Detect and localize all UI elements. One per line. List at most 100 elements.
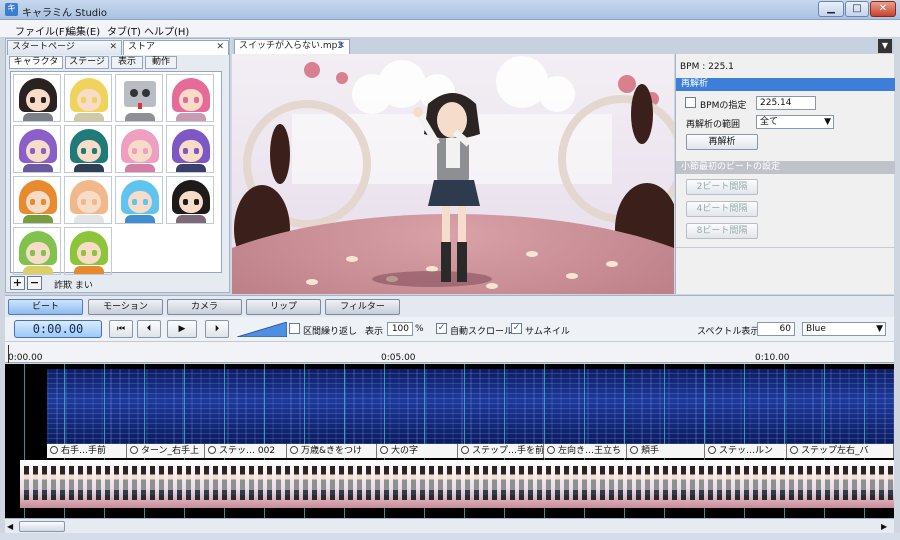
tab-filter[interactable]: フィルター [325,299,400,315]
loop-checkbox[interactable] [289,323,300,334]
maximize-button[interactable]: □ [845,1,869,17]
auto-scroll-checkbox[interactable]: ✓ [436,323,447,334]
character-portrait[interactable] [64,74,112,122]
character-portrait[interactable] [64,125,112,173]
close-icon[interactable]: ✕ [109,41,117,54]
spectrogram-column [569,369,571,445]
tab-document[interactable]: スイッチが入らない.mp3 ✕ [234,39,350,54]
menu-edit[interactable]: 編集(E) [66,23,100,38]
spectrum-input[interactable]: 60 [757,322,795,336]
portrait-outfit [74,113,104,121]
spectrogram-column [443,369,445,445]
character-portrait[interactable] [115,125,163,173]
range-select[interactable]: 全て ▼ [756,115,834,129]
motion-thumbnail [249,466,254,500]
subtab-stage[interactable]: ステージ [65,56,109,69]
3d-viewport[interactable] [232,54,674,294]
motion-clip[interactable]: 大の字 [377,444,458,458]
scroll-thumb[interactable] [19,521,65,532]
tab-lip[interactable]: リップ [246,299,321,315]
chevron-down-icon: ▼ [824,117,831,127]
close-icon[interactable]: ✕ [337,40,345,53]
spectrogram-column [137,369,139,445]
thumbnail-checkbox[interactable]: ✓ [511,323,522,334]
timecode-display: 0:00.00 [14,320,102,338]
step-forward-button[interactable]: ⏵ [205,320,229,338]
two-beat-button[interactable]: 2ビート間隔 [686,179,758,195]
character-portrait[interactable] [166,74,214,122]
motion-clip[interactable]: ステップ…手を前 [458,444,544,458]
motion-clip[interactable]: ステッ…ルン [705,444,787,458]
subtab-character[interactable]: キャラクター [9,56,63,78]
remove-character-button[interactable]: − [27,276,42,290]
motion-thumbnail [141,466,146,500]
character-portrait[interactable] [115,74,163,122]
character-portrait[interactable] [166,176,214,224]
motion-clip[interactable]: ターン_右手上 [127,444,205,458]
spectrogram-column [560,369,562,445]
motion-thumbnail [366,466,371,500]
motion-clip[interactable]: 左向き…王立ち [544,444,627,458]
horizontal-scrollbar[interactable]: ◀ ▶ [5,518,894,533]
character-portrait[interactable] [13,227,61,275]
circle-icon [790,446,798,454]
character-portrait[interactable] [13,176,61,224]
motion-thumbnail [519,466,524,500]
four-beat-button[interactable]: 4ビート間隔 [686,201,758,217]
volume-slider[interactable] [237,322,287,337]
reanalyze-button[interactable]: 再解析 [686,134,758,150]
character-portrait[interactable] [13,125,61,173]
bpm-specify-checkbox[interactable] [685,97,696,108]
close-button[interactable]: ✕ [870,1,896,17]
motion-thumbnail [51,466,56,500]
skip-start-button[interactable]: ⏮ [109,320,133,338]
time-ruler[interactable]: 0:00.00 0:05.00 0:10.00 [5,341,894,363]
motion-thumbnail [762,466,767,500]
motion-clip[interactable]: 右手…手前 [47,444,127,458]
menu-file[interactable]: ファイル(F) [15,23,69,38]
tab-beat[interactable]: ビート [8,299,83,315]
spectrum-color-select[interactable]: Blue ▼ [802,322,886,336]
eight-beat-button[interactable]: 8ビート間隔 [686,223,758,239]
motion-thumbnail [33,466,38,500]
step-back-button[interactable]: ⏴ [137,320,161,338]
bpm-value-input[interactable]: 225.14 [756,96,816,110]
tab-store[interactable]: ストア ✕ [123,40,229,55]
chevron-down-icon[interactable]: ▼ [878,39,892,53]
motion-thumbnail [411,466,416,500]
scroll-right-icon[interactable]: ▶ [881,521,891,532]
spectrogram-column [209,369,211,445]
motion-clip[interactable]: ステップ左右_バ [787,444,894,458]
subtab-display[interactable]: 表示 [111,56,143,69]
scroll-left-icon[interactable]: ◀ [7,521,17,532]
motion-clip[interactable]: ステッ… 002 [205,444,287,458]
motion-clip[interactable]: 万歳&きをつけ [287,444,377,458]
portrait-eye [41,250,46,256]
character-portrait[interactable] [166,125,214,173]
character-portrait[interactable] [64,176,112,224]
close-icon[interactable]: ✕ [216,41,224,54]
motion-thumbnail [582,466,587,500]
add-character-button[interactable]: + [10,276,25,290]
motion-thumbnail [267,466,272,500]
tab-start-page[interactable]: スタートページ ✕ [7,40,122,55]
character-portrait[interactable] [13,74,61,122]
tab-motion[interactable]: モーション [88,299,163,315]
minimize-button[interactable]: ▁ [818,1,844,17]
tab-camera[interactable]: カメラ [167,299,242,315]
zoom-input[interactable]: 100 [387,322,413,336]
motion-thumbnail [159,466,164,500]
subtab-motion[interactable]: 動作 [145,56,177,69]
character-portrait[interactable] [115,176,163,224]
character-portrait[interactable] [64,227,112,275]
play-button[interactable]: ▶ [167,320,197,338]
menu-help[interactable]: ヘルプ(H) [144,23,189,38]
motion-thumbnail [177,466,182,500]
document-tab-label: スイッチが入らない.mp3 [239,41,344,51]
timeline[interactable]: 右手…手前 ターン_右手上 ステッ… 002 万歳&きをつけ 大の字 ステップ…手を前 左向… [5,364,894,518]
motion-clip[interactable]: 頬手 [627,444,705,458]
motion-clip-label: ステップ左右_バ [801,446,869,456]
menu-tab[interactable]: タブ(T) [107,23,141,38]
spectrogram-column [398,369,400,445]
spectrogram-column [245,369,247,445]
